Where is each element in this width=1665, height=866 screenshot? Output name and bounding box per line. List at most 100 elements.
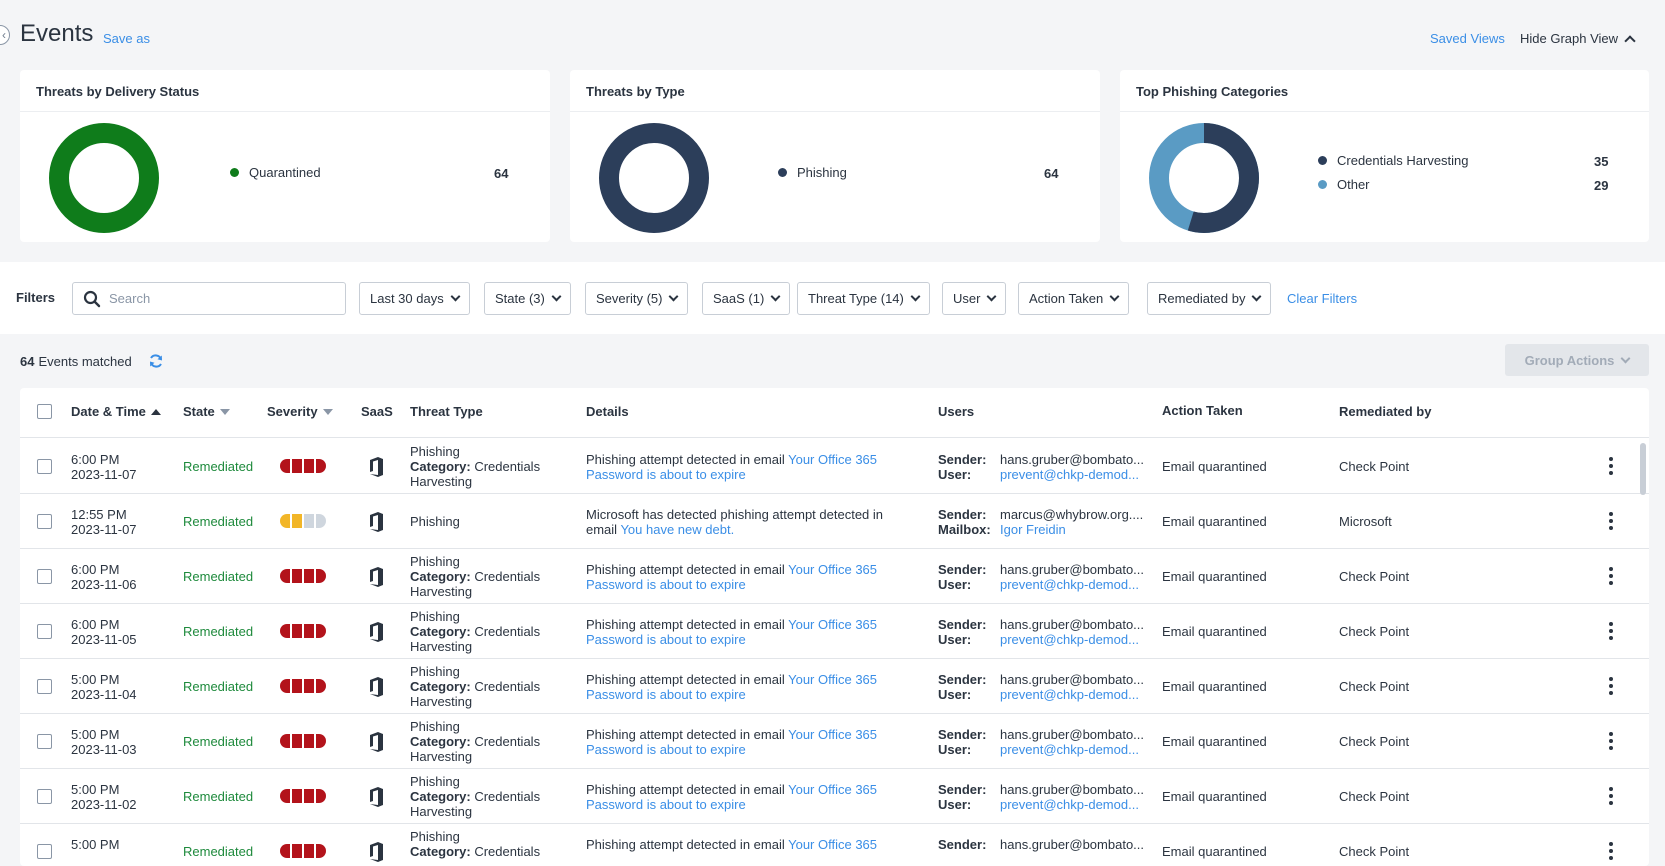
row-category-value-2: Harvesting [410, 639, 473, 654]
row-user-value[interactable]: Igor Freidin [1000, 522, 1066, 537]
row-category-value: Credentials [474, 624, 541, 639]
row-user-value[interactable]: prevent@chkp-demod... [1000, 467, 1139, 482]
row-detail-link-2[interactable]: Password is about to expire [586, 797, 746, 812]
row-user-value[interactable]: prevent@chkp-demod... [1000, 632, 1139, 647]
row-more-options-icon[interactable] [1609, 512, 1613, 530]
row-more-options-icon[interactable] [1609, 567, 1613, 585]
severity-segment [304, 569, 314, 583]
group-actions-button[interactable]: Group Actions [1505, 344, 1649, 376]
row-more-options-icon[interactable] [1609, 457, 1613, 475]
row-detail-link[interactable]: Your Office 365 [788, 837, 877, 852]
row-user-value[interactable]: prevent@chkp-demod... [1000, 577, 1139, 592]
row-more-options-icon[interactable] [1609, 842, 1613, 860]
table-row[interactable]: 6:00 PM 2023-11-07 Remediated Phishing Categ… [20, 439, 1649, 494]
legend-value: 64 [494, 166, 509, 181]
row-detail-link[interactable]: Your Office 365 [788, 617, 877, 632]
table-row[interactable]: 6:00 PM 2023-11-06 Remediated Phishing Categ… [20, 549, 1649, 604]
legend-dot [778, 168, 787, 177]
row-category-value-2: Harvesting [410, 749, 473, 764]
table-row[interactable]: 5:00 PM 2023-11-02 Remediated Phishing Categ… [20, 769, 1649, 824]
severity-indicator [280, 679, 326, 693]
row-detail-link-2[interactable]: Password is about to expire [586, 577, 746, 592]
row-checkbox[interactable] [37, 514, 52, 529]
row-date: 2023-11-04 [71, 687, 137, 702]
table-row[interactable]: 5:00 PM 2023-11-04 Remediated Phishing Categ… [20, 659, 1649, 714]
row-user-value[interactable]: prevent@chkp-demod... [1000, 742, 1139, 757]
row-more-options-icon[interactable] [1609, 787, 1613, 805]
events-count: 64 [20, 353, 35, 369]
row-more-options-icon[interactable] [1609, 622, 1613, 640]
row-checkbox[interactable] [37, 459, 52, 474]
row-checkbox[interactable] [37, 734, 52, 749]
scrollbar-thumb[interactable] [1640, 443, 1646, 495]
severity-segment [316, 734, 326, 748]
row-detail-link-2[interactable]: Password is about to expire [586, 632, 746, 647]
col-date-time[interactable]: Date & Time [71, 404, 161, 419]
hide-graph-view-button[interactable]: Hide Graph View [1520, 31, 1636, 47]
row-detail-link[interactable]: Your Office 365 [788, 727, 877, 742]
row-detail-link[interactable]: You have new debt. [620, 522, 734, 537]
row-detail-link-2[interactable]: Password is about to expire [586, 687, 746, 702]
row-detail-link[interactable]: Your Office 365 [788, 782, 877, 797]
office365-icon [370, 512, 383, 532]
row-detail-link[interactable]: Your Office 365 [788, 672, 877, 687]
row-more-options-icon[interactable] [1609, 732, 1613, 750]
table-row[interactable]: 5:00 PM Remediated Phishing Category: Crede… [20, 824, 1649, 866]
filter-saas[interactable]: SaaS (1) [702, 282, 791, 315]
row-sender: Sender: hans.gruber@bombato... [938, 782, 1144, 797]
filter-threat-type[interactable]: Threat Type (14) [797, 282, 930, 315]
user-label: User: [938, 632, 972, 647]
donut-slice-phishing[interactable] [599, 123, 709, 233]
col-state[interactable]: State [183, 404, 230, 419]
filter-remediated-by[interactable]: Remediated by [1147, 282, 1272, 315]
row-checkbox[interactable] [37, 789, 52, 804]
saved-views-link[interactable]: Saved Views [1430, 31, 1505, 46]
row-checkbox[interactable] [37, 844, 52, 859]
refresh-icon[interactable] [148, 353, 164, 369]
search-icon [83, 290, 101, 307]
row-checkbox[interactable] [37, 679, 52, 694]
row-checkbox[interactable] [37, 569, 52, 584]
save-as-link[interactable]: Save as [103, 31, 150, 46]
row-user-value[interactable]: prevent@chkp-demod... [1000, 687, 1139, 702]
row-sender-value: hans.gruber@bombato... [1000, 727, 1145, 742]
donut-slice-quarantined[interactable] [49, 123, 159, 233]
row-detail-link-2[interactable]: Password is about to expire [586, 742, 746, 757]
select-all-checkbox[interactable] [37, 404, 52, 419]
chevron-down-icon [1109, 291, 1120, 302]
filter-severity[interactable]: Severity (5) [585, 282, 689, 315]
severity-segment [304, 844, 314, 858]
clear-filters-link[interactable]: Clear Filters [1287, 291, 1357, 306]
filter-action-taken[interactable]: Action Taken [1018, 282, 1130, 315]
col-details: Details [586, 404, 629, 419]
severity-segment [316, 569, 326, 583]
row-action-taken: Email quarantined [1162, 569, 1267, 584]
back-icon[interactable]: ‹ [0, 25, 10, 45]
filter-label: Action Taken [1029, 291, 1104, 306]
table-row[interactable]: 12:55 PM 2023-11-07 Remediated Phishing Micr… [20, 494, 1649, 549]
table-row[interactable]: 6:00 PM 2023-11-05 Remediated Phishing Categ… [20, 604, 1649, 659]
office365-icon [370, 787, 383, 807]
table-row[interactable]: 5:00 PM 2023-11-03 Remediated Phishing Categ… [20, 714, 1649, 769]
row-detail-link[interactable]: Your Office 365 [788, 452, 877, 467]
row-more-options-icon[interactable] [1609, 677, 1613, 695]
search-input[interactable] [109, 291, 329, 306]
row-checkbox[interactable] [37, 624, 52, 639]
row-category: Category: Credentials [410, 789, 540, 804]
filter-state[interactable]: State (3) [484, 282, 571, 315]
row-category: Category: Credentials [410, 459, 540, 474]
row-detail-link-2[interactable]: Password is about to expire [586, 467, 746, 482]
row-detail-link[interactable]: Your Office 365 [788, 562, 877, 577]
col-severity[interactable]: Severity [267, 404, 333, 419]
office365-icon [370, 567, 383, 587]
filter-date-range[interactable]: Last 30 days [359, 282, 470, 315]
search-box[interactable] [72, 282, 346, 315]
filter-user[interactable]: User [942, 282, 1007, 315]
row-user-value[interactable]: prevent@chkp-demod... [1000, 797, 1139, 812]
row-date: 2023-11-03 [71, 742, 137, 757]
row-time: 5:00 PM [71, 672, 120, 687]
severity-segment [292, 734, 302, 748]
row-category: Category: Credentials [410, 569, 540, 584]
severity-segment [292, 514, 302, 528]
legend-dot [1318, 156, 1327, 165]
